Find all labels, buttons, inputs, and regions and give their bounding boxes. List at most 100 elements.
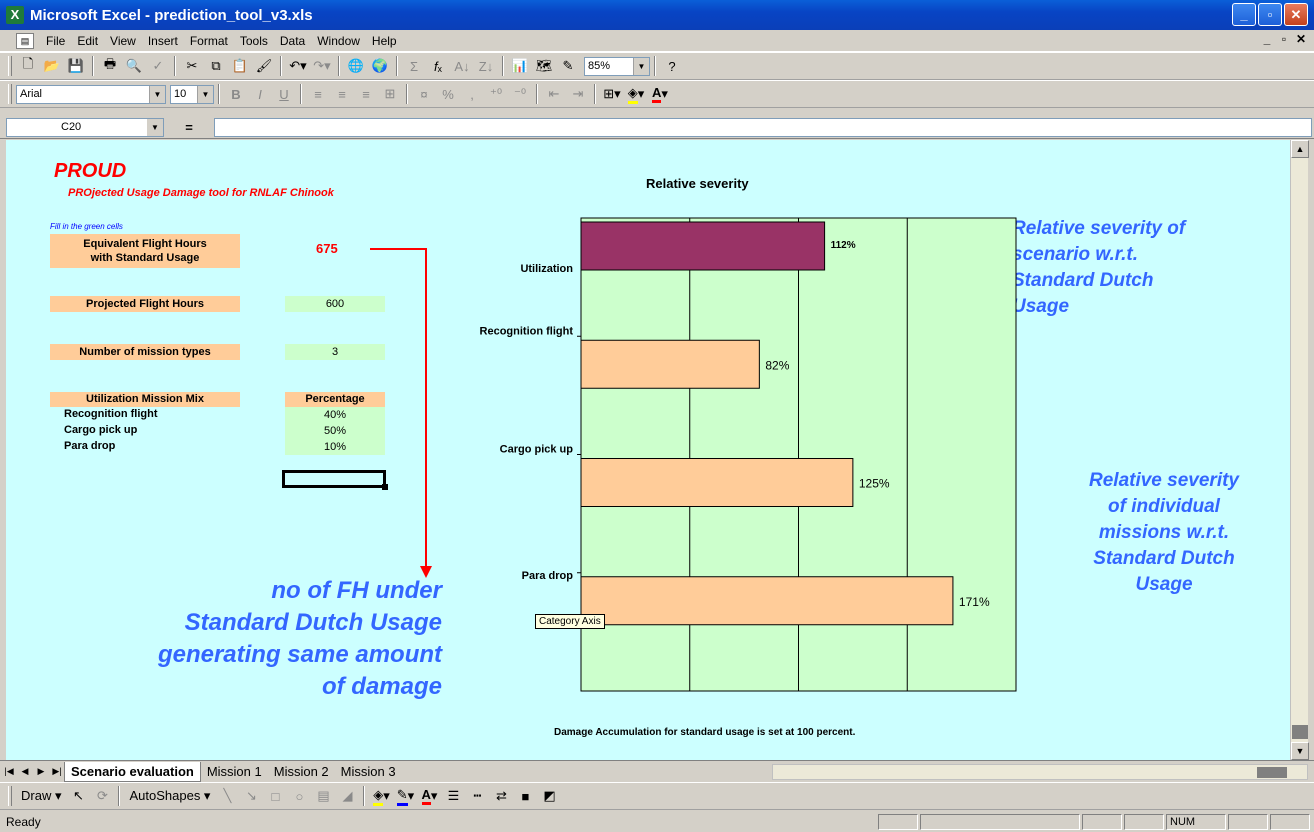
fill-handle[interactable] bbox=[382, 484, 388, 490]
next-sheet-icon[interactable]: ▶ bbox=[34, 766, 48, 777]
arrow-icon[interactable]: ↘ bbox=[240, 785, 262, 807]
toolbar-grip[interactable] bbox=[8, 56, 12, 76]
chevron-down-icon[interactable]: ▼ bbox=[197, 85, 213, 103]
function-icon[interactable]: fₓ bbox=[427, 55, 449, 77]
menu-insert[interactable]: Insert bbox=[142, 34, 184, 48]
autoshapes-menu-button[interactable]: AutoShapes ▾ bbox=[125, 785, 214, 807]
workbook-close-button[interactable]: ✕ bbox=[1294, 32, 1308, 46]
oval-icon[interactable]: ○ bbox=[288, 785, 310, 807]
category-label[interactable]: Para drop bbox=[522, 570, 574, 582]
decrease-indent-icon[interactable]: ⇤ bbox=[543, 83, 565, 105]
horizontal-scrollbar[interactable] bbox=[772, 764, 1308, 780]
chevron-down-icon[interactable]: ▼ bbox=[149, 85, 165, 103]
mission-name-cell[interactable]: Para drop bbox=[64, 440, 115, 452]
sort-descending-icon[interactable]: Z↓ bbox=[475, 55, 497, 77]
chart-title[interactable]: Relative severity bbox=[646, 176, 749, 191]
free-rotate-icon[interactable]: ⟳ bbox=[91, 785, 113, 807]
severity-chart[interactable]: 112% Utilization 82% Recognition flight 125%… bbox=[446, 210, 1066, 710]
prev-sheet-icon[interactable]: ◀ bbox=[18, 766, 32, 777]
comma-button[interactable]: , bbox=[461, 83, 483, 105]
align-right-icon[interactable]: ≡ bbox=[355, 83, 377, 105]
mission-percentage-input[interactable]: 50% bbox=[285, 423, 385, 439]
workbook-icon[interactable]: ▤ bbox=[16, 32, 34, 49]
align-center-icon[interactable]: ≡ bbox=[331, 83, 353, 105]
mission-mix-header[interactable]: Utilization Mission Mix bbox=[50, 392, 240, 407]
category-label[interactable]: Recognition flight bbox=[480, 325, 574, 337]
chart-bar[interactable] bbox=[580, 458, 854, 507]
increase-indent-icon[interactable]: ⇥ bbox=[567, 83, 589, 105]
merge-center-icon[interactable]: ⊞ bbox=[379, 83, 401, 105]
first-sheet-icon[interactable]: |◀ bbox=[2, 766, 16, 777]
map-icon[interactable]: 🗺 bbox=[533, 55, 555, 77]
chevron-down-icon[interactable]: ▼ bbox=[147, 119, 163, 136]
workbook-restore-button[interactable]: ▫ bbox=[1277, 32, 1291, 46]
arrow-style-icon[interactable]: ⇄ bbox=[490, 785, 512, 807]
toolbar-grip[interactable] bbox=[8, 84, 12, 104]
menu-tools[interactable]: Tools bbox=[234, 34, 274, 48]
formula-input[interactable] bbox=[214, 118, 1312, 137]
underline-button[interactable]: U bbox=[273, 83, 295, 105]
projected-hours-input[interactable]: 600 bbox=[285, 296, 385, 312]
last-sheet-icon[interactable]: ▶| bbox=[50, 766, 64, 777]
menu-file[interactable]: File bbox=[40, 34, 71, 48]
menu-data[interactable]: Data bbox=[274, 34, 311, 48]
bar-value-label[interactable]: 125% bbox=[859, 477, 890, 491]
scroll-thumb[interactable] bbox=[1292, 725, 1308, 739]
efh-label-cell[interactable]: Equivalent Flight Hours with Standard Us… bbox=[50, 234, 240, 268]
scroll-thumb[interactable] bbox=[1257, 767, 1287, 778]
print-preview-icon[interactable]: 🔍 bbox=[123, 55, 145, 77]
font-select[interactable]: Arial ▼ bbox=[16, 84, 166, 104]
bar-value-label[interactable]: 171% bbox=[959, 595, 990, 609]
chart-bar[interactable] bbox=[580, 339, 760, 389]
font-color-icon[interactable]: A ▾ bbox=[649, 83, 671, 105]
line-color-icon[interactable]: ✎ ▾ bbox=[394, 785, 416, 807]
tab-scenario-evaluation[interactable]: Scenario evaluation bbox=[64, 761, 201, 782]
currency-icon[interactable]: ¤ bbox=[413, 83, 435, 105]
wordart-icon[interactable]: ◢ bbox=[336, 785, 358, 807]
bar-value-label[interactable]: 112% bbox=[831, 240, 856, 251]
efh-value-cell[interactable]: 675 bbox=[316, 241, 338, 256]
select-objects-icon[interactable]: ↖ bbox=[67, 785, 89, 807]
category-label[interactable]: Utilization bbox=[520, 263, 573, 275]
projected-hours-label[interactable]: Projected Flight Hours bbox=[50, 296, 240, 312]
bar-value-label[interactable]: 82% bbox=[765, 358, 789, 372]
close-button[interactable]: ✕ bbox=[1284, 3, 1308, 26]
name-box[interactable]: C20 ▼ bbox=[6, 118, 164, 137]
undo-icon[interactable]: ↶▾ bbox=[287, 55, 309, 77]
help-icon[interactable]: ? bbox=[661, 55, 683, 77]
hyperlink-icon[interactable]: 🌐 bbox=[345, 55, 367, 77]
chart-bar[interactable] bbox=[580, 221, 826, 271]
minimize-button[interactable]: _ bbox=[1232, 3, 1256, 26]
menu-edit[interactable]: Edit bbox=[71, 34, 104, 48]
spelling-icon[interactable]: ✓ bbox=[147, 55, 169, 77]
drawing-icon[interactable]: ✎ bbox=[557, 55, 579, 77]
line-icon[interactable]: ╲ bbox=[216, 785, 238, 807]
tab-mission-2[interactable]: Mission 2 bbox=[268, 762, 335, 782]
vertical-scrollbar[interactable]: ▲ ▼ bbox=[1290, 140, 1309, 760]
draw-menu-button[interactable]: Draw ▾ bbox=[17, 785, 65, 807]
fill-color-icon[interactable]: ◈ ▾ bbox=[625, 83, 647, 105]
scroll-down-icon[interactable]: ▼ bbox=[1291, 742, 1309, 760]
line-style-icon[interactable]: ☰ bbox=[442, 785, 464, 807]
sort-ascending-icon[interactable]: A↓ bbox=[451, 55, 473, 77]
chart-wizard-icon[interactable]: 📊 bbox=[509, 55, 531, 77]
print-icon[interactable]: 🖶 bbox=[99, 55, 121, 77]
save-icon[interactable]: 💾 bbox=[65, 55, 87, 77]
menu-help[interactable]: Help bbox=[366, 34, 403, 48]
chart-bar[interactable] bbox=[580, 576, 954, 626]
web-toolbar-icon[interactable]: 🌍 bbox=[369, 55, 391, 77]
scroll-up-icon[interactable]: ▲ bbox=[1291, 140, 1309, 158]
restore-button[interactable]: ▫ bbox=[1258, 3, 1282, 26]
mission-percentage-input[interactable]: 10% bbox=[285, 439, 385, 455]
mission-name-cell[interactable]: Recognition flight bbox=[64, 408, 157, 420]
dash-style-icon[interactable]: ┅ bbox=[466, 785, 488, 807]
format-painter-icon[interactable]: 🖌 bbox=[253, 55, 275, 77]
toolbar-grip[interactable] bbox=[8, 786, 12, 806]
worksheet[interactable]: PROUD PROjected Usage Damage tool for RN… bbox=[6, 140, 1290, 760]
new-icon[interactable]: 🗋 bbox=[17, 55, 39, 77]
menu-window[interactable]: Window bbox=[311, 34, 366, 48]
percent-button[interactable]: % bbox=[437, 83, 459, 105]
bold-button[interactable]: B bbox=[225, 83, 247, 105]
increase-decimal-icon[interactable]: ⁺⁰ bbox=[485, 83, 507, 105]
autosum-icon[interactable]: Σ bbox=[403, 55, 425, 77]
